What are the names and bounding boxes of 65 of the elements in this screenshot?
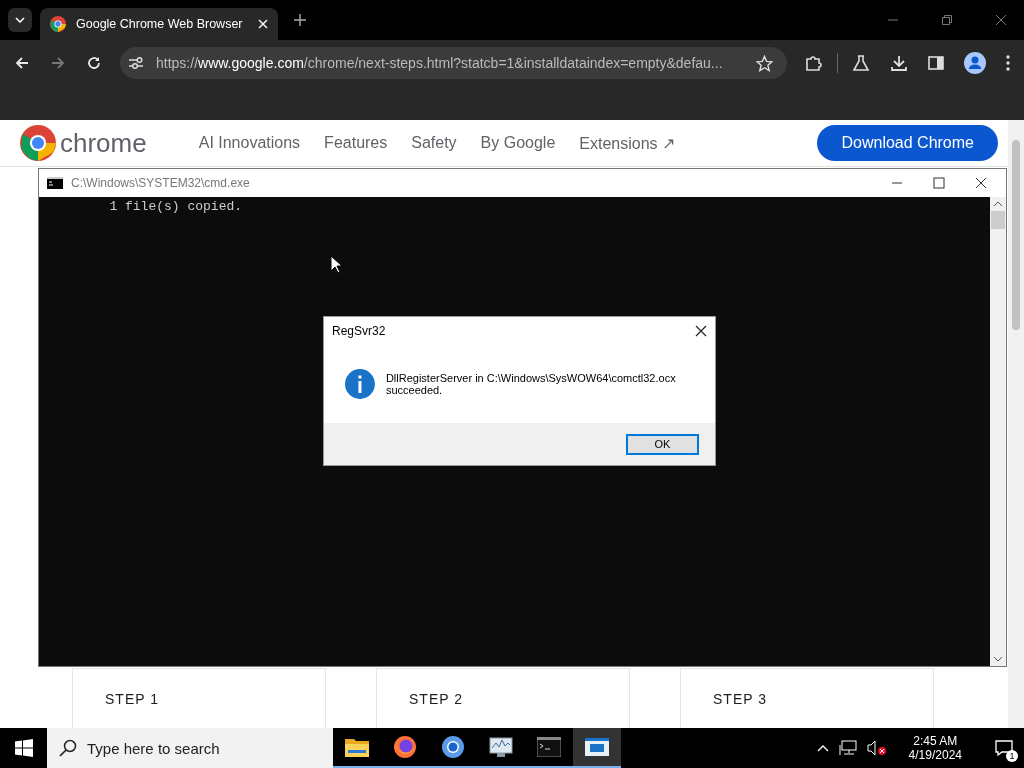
download-icon[interactable] [890,54,908,72]
restore-icon[interactable] [941,14,953,26]
window-icon [585,738,609,756]
network-icon[interactable] [838,740,857,756]
console-line: 1 file(s) copied. [108,198,244,214]
star-icon[interactable] [756,54,773,72]
search-icon [59,739,77,757]
nav-link[interactable]: Features [324,134,388,152]
address-bar[interactable]: https://www.google.com/chrome/next-steps.html?statcb=1&installdataindex=empty&defau... [120,47,787,79]
scrollbar-thumb[interactable] [1012,140,1020,330]
firefox-icon [393,735,417,759]
step-label: STEP 1 [105,690,159,707]
monitor-chart-icon [489,736,513,758]
download-button[interactable]: Download Chrome [817,125,998,161]
clock-date[interactable]: 4/19/2024 [908,748,962,762]
chrome-logo-icon [20,125,56,161]
info-icon [344,368,376,400]
scrollbar[interactable] [1008,120,1024,728]
scroll-up-icon[interactable] [994,201,1002,207]
nav-link[interactable]: Safety [411,134,457,152]
window-title: C:\Windows\SYSTEM32\cmd.exe [71,176,250,190]
chrome-logo-icon [50,16,66,32]
nav-link[interactable]: By Google [480,134,556,152]
scrollbar-thumb[interactable] [991,211,1005,229]
close-icon[interactable] [695,325,707,337]
speaker-muted-icon[interactable] [866,740,887,756]
chevron-down-icon [15,17,25,23]
menu-icon[interactable] [1006,55,1010,71]
puzzle-icon[interactable] [805,54,823,72]
nav-link[interactable]: Extensions ↗ [579,133,676,153]
chevron-up-icon[interactable] [816,744,829,752]
tab-search-button[interactable] [8,8,32,32]
notification-button[interactable]: 1 [984,728,1024,768]
scroll-down-icon[interactable] [994,656,1002,662]
clock-time[interactable]: 2:45 AM [913,734,958,748]
taskbar-search-field[interactable]: Type here to search [47,728,333,768]
folder-icon [345,737,369,757]
step-label: STEP 3 [713,690,767,707]
nav-link[interactable]: AI Innovations [198,134,301,152]
forward-icon[interactable] [50,55,66,71]
back-icon[interactable] [14,55,30,71]
console-icon [47,177,63,189]
ok-button[interactable]: OK [626,433,699,455]
reload-icon[interactable] [86,55,102,71]
url-text: https://www.google.com/chrome/next-steps.html?statcb=1&installdataindex=empty&defau... [156,55,724,71]
logo-text: chrome [60,127,147,159]
new-tab-icon[interactable] [294,14,306,26]
windows-start-icon[interactable] [15,739,33,757]
taskbar-app[interactable] [573,728,621,768]
profile-icon[interactable] [964,52,986,74]
site-settings-icon[interactable] [128,56,144,70]
close-icon[interactable] [975,177,987,189]
side-panel-icon[interactable] [928,55,944,71]
scrollbar[interactable] [990,197,1006,666]
step-label: STEP 2 [409,690,463,707]
dialog-message: DllRegisterServer in C:\Windows\SysWOW64\comctl32.ocx succeeded. [385,372,677,396]
mouse-pointer-icon [330,255,342,274]
flask-icon[interactable] [852,54,870,72]
maximize-icon[interactable] [933,177,945,189]
dialog-title: RegSvr32 [332,324,386,338]
browser-tab[interactable]: Google Chrome Web Browser [40,8,278,40]
terminal-icon [537,737,561,757]
browser-circle-icon [441,735,465,759]
notification-count: 1 [1006,750,1018,762]
tab-title: Google Chrome Web Browser [76,17,244,31]
